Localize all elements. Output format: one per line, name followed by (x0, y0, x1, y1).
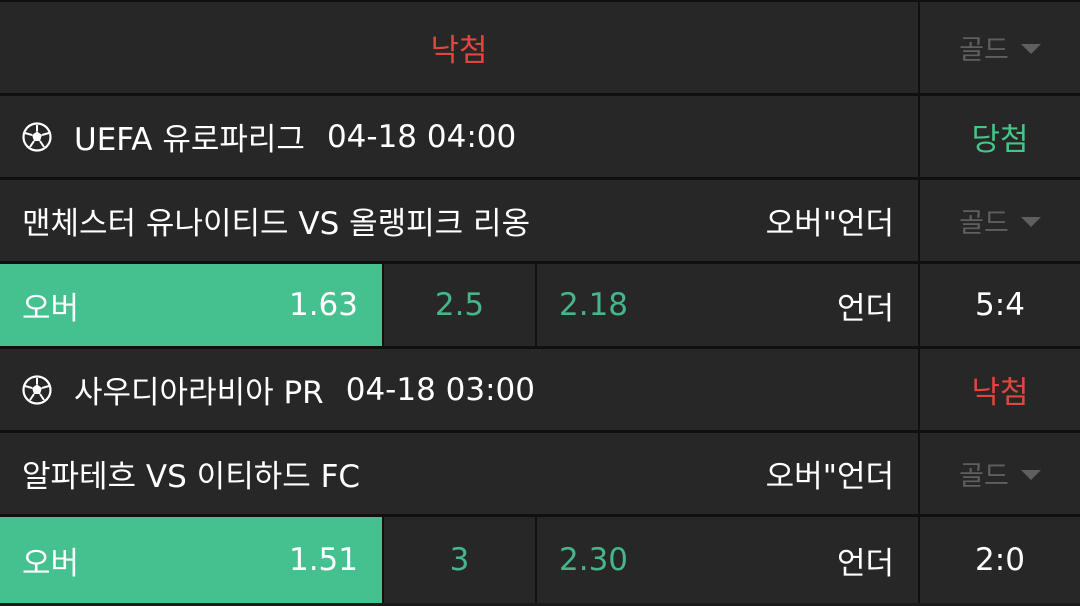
match-1-score: 5:4 (975, 287, 1025, 323)
match-1-league: UEFA 유로파리그 (74, 122, 305, 158)
match-1-title-cell: 맨체스터 유나이티드 VS 올랭피크 리옹 오버"언더 (0, 180, 920, 261)
match-1-under-odds: 2.18 (559, 287, 629, 323)
match-2-market: 오버"언더 (765, 459, 894, 495)
match-1-gold-dropdown-content[interactable]: 골드 (959, 201, 1041, 240)
match-1-over-button[interactable]: 오버 1.63 (0, 264, 384, 346)
match-odds-2: 오버 1.51 3 2.30 언더 2:0 (0, 517, 1080, 606)
match-2-under-label: 언더 (836, 545, 894, 582)
top-status-cell: 낙첨 (0, 0, 920, 93)
match-1-line-cell: 2.5 (384, 264, 537, 346)
match-1-teams: 맨체스터 유나이티드 VS 올랭피크 리옹 (22, 206, 531, 242)
match-2-under-button[interactable]: 2.30 언더 (537, 517, 920, 603)
match-2-line: 3 (449, 542, 470, 578)
match-1-gold-label: 골드 (959, 208, 1009, 239)
match-1-result: 당첨 (971, 122, 1029, 158)
match-odds-1: 오버 1.63 2.5 2.18 언더 5:4 (0, 264, 1080, 349)
match-header-2: 사우디아라비아 PR 04-18 03:00 낙첨 (0, 349, 1080, 433)
soccer-ball-icon (22, 121, 52, 152)
caret-down-icon (1020, 216, 1041, 227)
match-2-gold-label: 골드 (959, 461, 1009, 492)
match-1-result-cell: 당첨 (920, 96, 1080, 177)
match-2-over-label: 오버 (22, 545, 80, 582)
match-2-gold-dropdown-content[interactable]: 골드 (959, 454, 1041, 493)
match-2-score-cell: 2:0 (920, 517, 1080, 603)
match-1-over-label: 오버 (22, 290, 80, 327)
match-2-datetime: 04-18 03:00 (345, 371, 536, 408)
match-2-score: 2:0 (975, 542, 1025, 578)
match-2-result: 낙첨 (971, 375, 1029, 411)
match-2-over-button[interactable]: 오버 1.51 (0, 517, 384, 603)
match-1-under-button[interactable]: 2.18 언더 (537, 264, 920, 346)
match-header-1: UEFA 유로파리그 04-18 04:00 당첨 (0, 96, 1080, 180)
match-2-result-cell: 낙첨 (920, 349, 1080, 430)
caret-down-icon (1020, 469, 1041, 480)
match-2-league: 사우디아라비아 PR (74, 375, 324, 411)
caret-down-icon (1020, 43, 1041, 54)
match-2-line-cell: 3 (384, 517, 537, 603)
soccer-ball-icon (22, 374, 52, 405)
match-2-teams: 알파테흐 VS 이티하드 FC (22, 459, 361, 495)
gold-dropdown-label: 골드 (959, 35, 1009, 66)
match-2-title-cell: 알파테흐 VS 이티하드 FC 오버"언더 (0, 433, 920, 514)
match-1-market: 오버"언더 (765, 206, 894, 242)
match-1-datetime: 04-18 04:00 (326, 118, 517, 155)
match-1-under-label: 언더 (836, 290, 894, 327)
match-2-under-odds: 2.30 (559, 542, 629, 578)
match-title-2: 알파테흐 VS 이티하드 FC 오버"언더 골드 (0, 433, 1080, 517)
gold-dropdown[interactable]: 골드 (920, 0, 1080, 93)
gold-dropdown-content[interactable]: 골드 (959, 28, 1041, 67)
match-title-1: 맨체스터 유나이티드 VS 올랭피크 리옹 오버"언더 골드 (0, 180, 1080, 264)
match-2-over-odds: 1.51 (288, 542, 358, 578)
match-1-line: 2.5 (434, 287, 485, 323)
match-2-league-cell: 사우디아라비아 PR 04-18 03:00 (0, 349, 920, 430)
match-1-gold-dropdown[interactable]: 골드 (920, 180, 1080, 261)
match-2-gold-dropdown[interactable]: 골드 (920, 433, 1080, 514)
top-result-row: 낙첨 골드 (0, 0, 1080, 96)
top-status-text: 낙첨 (430, 33, 488, 69)
match-1-score-cell: 5:4 (920, 264, 1080, 346)
match-1-over-odds: 1.63 (288, 287, 358, 323)
match-1-league-cell: UEFA 유로파리그 04-18 04:00 (0, 96, 920, 177)
